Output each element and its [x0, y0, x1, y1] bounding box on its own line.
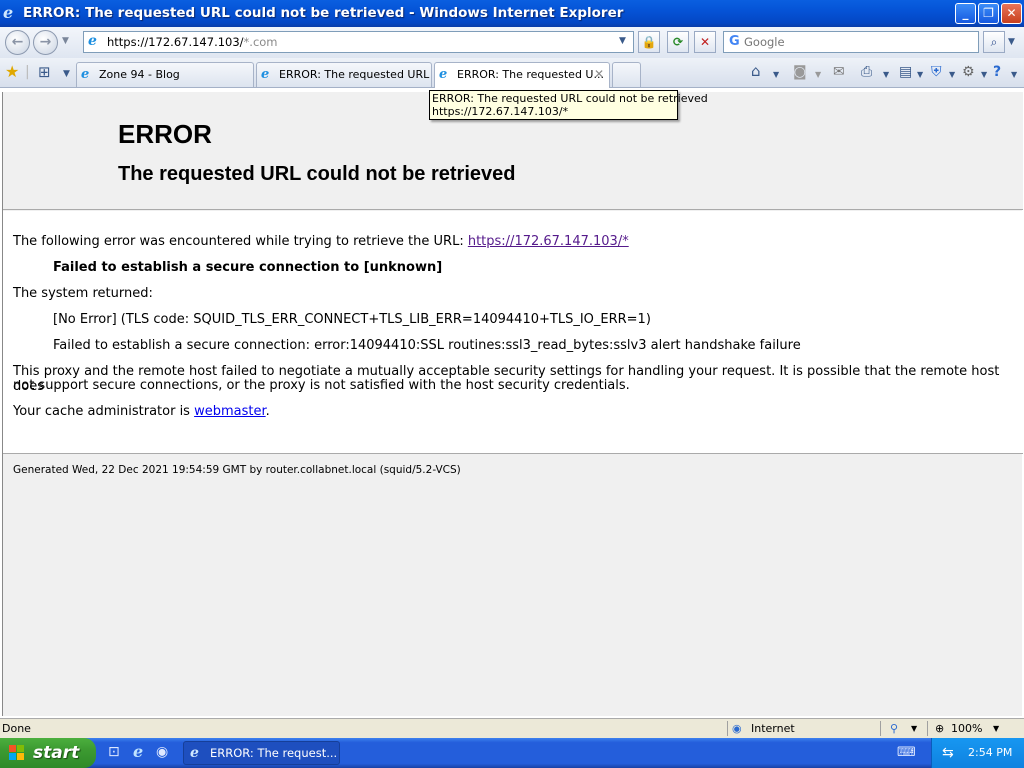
tools-gear-icon[interactable]: ⚙: [962, 64, 975, 80]
navigation-bar: ← → ▼ e https://172.67.147.103/*.com ▼ 🔒…: [0, 27, 1024, 58]
status-bar: Done ◉ Internet ⚲ ▼ ⊕ 100% ▼: [0, 718, 1024, 738]
error-heading: ERROR: [118, 119, 212, 149]
print-dropdown-icon[interactable]: ▼: [883, 70, 889, 79]
page-menu-icon[interactable]: ▤: [899, 64, 912, 80]
quicklaunch-ie-icon[interactable]: e: [133, 742, 143, 761]
protected-mode-icon[interactable]: ⚲: [890, 719, 898, 738]
tab-label: Zone 94 - Blog: [99, 68, 180, 81]
divider: [727, 721, 728, 736]
title-bar: e ERROR: The requested URL could not be …: [0, 0, 1024, 27]
security-zone[interactable]: Internet: [751, 719, 795, 738]
back-button[interactable]: ←: [5, 30, 30, 55]
ie-logo-icon: e: [3, 3, 14, 22]
tooltip-line1: ERROR: The requested URL could not be re…: [432, 92, 708, 105]
safety-shield-icon[interactable]: ⛨: [931, 64, 942, 80]
explanation-line2: not support secure connections, or the p…: [13, 378, 630, 393]
address-text[interactable]: https://172.67.147.103/*.com: [107, 35, 278, 49]
ie-page-icon: e: [81, 67, 90, 82]
zoom-dropdown-icon[interactable]: ▼: [993, 719, 999, 738]
window-title: ERROR: The requested URL could not be re…: [23, 5, 624, 21]
generated-footer: Generated Wed, 22 Dec 2021 19:54:59 GMT …: [13, 464, 461, 476]
tab-error-active[interactable]: e ERROR: The requested U... ✕: [434, 62, 610, 88]
page-icon: e: [88, 33, 97, 49]
admin-paragraph: Your cache administrator is webmaster.: [13, 404, 270, 419]
url-paragraph-text: The following error was encountered whil…: [13, 234, 468, 249]
ssl-error-detail: Failed to establish a secure connection:…: [53, 338, 801, 353]
windows-logo-icon: [9, 745, 25, 761]
tab-bar: ★ | ⊞ ▼ e Zone 94 - Blog e ERROR: The re…: [0, 58, 1024, 88]
safety-dropdown-icon[interactable]: ▼: [949, 70, 955, 79]
tab-tooltip: ERROR: The requested URL could not be re…: [429, 90, 708, 120]
search-box[interactable]: G: [723, 31, 979, 53]
feeds-dropdown-icon[interactable]: ▼: [815, 70, 821, 79]
taskbar-ie-window[interactable]: e ERROR: The request...: [183, 741, 340, 765]
system-tray: ⇆ 2:54 PM: [931, 738, 1024, 768]
forward-button[interactable]: →: [33, 30, 58, 55]
mail-icon[interactable]: ✉: [833, 64, 845, 80]
ie-page-icon: e: [439, 67, 448, 82]
error-reason: Failed to establish a secure connection …: [53, 260, 443, 275]
system-returned-label: The system returned:: [13, 286, 153, 301]
zoom-level[interactable]: 100%: [951, 719, 982, 738]
address-dropdown-icon[interactable]: ▼: [619, 36, 626, 46]
search-options-dropdown-icon[interactable]: ▼: [1008, 37, 1015, 47]
search-go-icon[interactable]: ⌕: [983, 31, 1005, 53]
tools-dropdown-icon[interactable]: ▼: [981, 70, 987, 79]
feeds-icon[interactable]: ◙: [793, 64, 807, 80]
home-dropdown-icon[interactable]: ▼: [773, 70, 779, 79]
quick-tabs-icon[interactable]: ⊞: [38, 63, 51, 81]
divider: [880, 721, 881, 736]
admin-period: .: [265, 404, 270, 419]
keyboard-tray-icon[interactable]: ⌨: [897, 745, 916, 760]
divider: |: [25, 64, 30, 80]
refresh-icon[interactable]: ⟳: [667, 31, 689, 53]
recent-pages-dropdown-icon[interactable]: ▼: [62, 36, 69, 46]
tab-zone94-blog[interactable]: e Zone 94 - Blog: [76, 62, 254, 87]
tab-label: ERROR: The requested U...: [457, 68, 604, 81]
url-paragraph: The following error was encountered whil…: [13, 234, 629, 249]
home-icon[interactable]: ⌂: [751, 62, 761, 80]
requested-url-link[interactable]: https://172.67.147.103/*: [468, 234, 629, 249]
zoom-icon[interactable]: ⊕: [935, 719, 944, 738]
google-icon: G: [729, 34, 740, 49]
print-icon[interactable]: ⎙: [861, 64, 872, 80]
lock-icon[interactable]: 🔒: [638, 31, 660, 53]
status-text: Done: [2, 722, 31, 735]
close-tab-icon[interactable]: ✕: [594, 63, 604, 86]
network-tray-icon[interactable]: ⇆: [942, 738, 954, 768]
globe-icon: ◉: [732, 722, 742, 735]
stop-icon[interactable]: ✕: [694, 31, 716, 53]
favorites-star-icon[interactable]: ★: [5, 62, 19, 81]
taskbar: start ⊡ e ◉ e ERROR: The request... ⌨ ⇆ …: [0, 738, 1024, 768]
new-tab-button[interactable]: [612, 62, 641, 87]
protected-mode-dropdown-icon[interactable]: ▼: [911, 719, 917, 738]
start-button[interactable]: start: [0, 738, 96, 768]
help-dropdown-icon[interactable]: ▼: [1011, 70, 1017, 79]
search-input[interactable]: [744, 34, 974, 50]
close-button[interactable]: ✕: [1001, 3, 1022, 24]
restore-button[interactable]: ❐: [978, 3, 999, 24]
task-label: ERROR: The request...: [210, 746, 338, 760]
admin-text: Your cache administrator is: [13, 404, 195, 419]
tab-label: ERROR: The requested URL ...: [279, 68, 432, 81]
quicklaunch-media-icon[interactable]: ◉: [156, 744, 168, 760]
webmaster-link[interactable]: webmaster: [194, 404, 266, 419]
tab-list-dropdown-icon[interactable]: ▼: [63, 69, 70, 79]
ie-page-icon: e: [261, 67, 270, 82]
start-label: start: [33, 743, 80, 763]
clock[interactable]: 2:54 PM: [968, 738, 1012, 768]
page-content: ERROR The requested URL could not be ret…: [2, 92, 1023, 716]
address-bar[interactable]: e https://172.67.147.103/*.com ▼: [83, 31, 634, 53]
help-icon[interactable]: ?: [993, 64, 1001, 80]
page-dropdown-icon[interactable]: ▼: [917, 70, 923, 79]
tooltip-line2: https://172.67.147.103/*: [432, 105, 569, 118]
divider: [927, 721, 928, 736]
quicklaunch-explorer-icon[interactable]: ⊡: [108, 744, 120, 760]
ie-task-icon: e: [190, 745, 199, 761]
tab-error-1[interactable]: e ERROR: The requested URL ...: [256, 62, 432, 87]
minimize-button[interactable]: _: [955, 3, 976, 24]
tls-error-code: [No Error] (TLS code: SQUID_TLS_ERR_CONN…: [53, 312, 651, 327]
error-subheading: The requested URL could not be retrieved: [118, 163, 516, 185]
error-body: The following error was encountered whil…: [3, 211, 1023, 454]
